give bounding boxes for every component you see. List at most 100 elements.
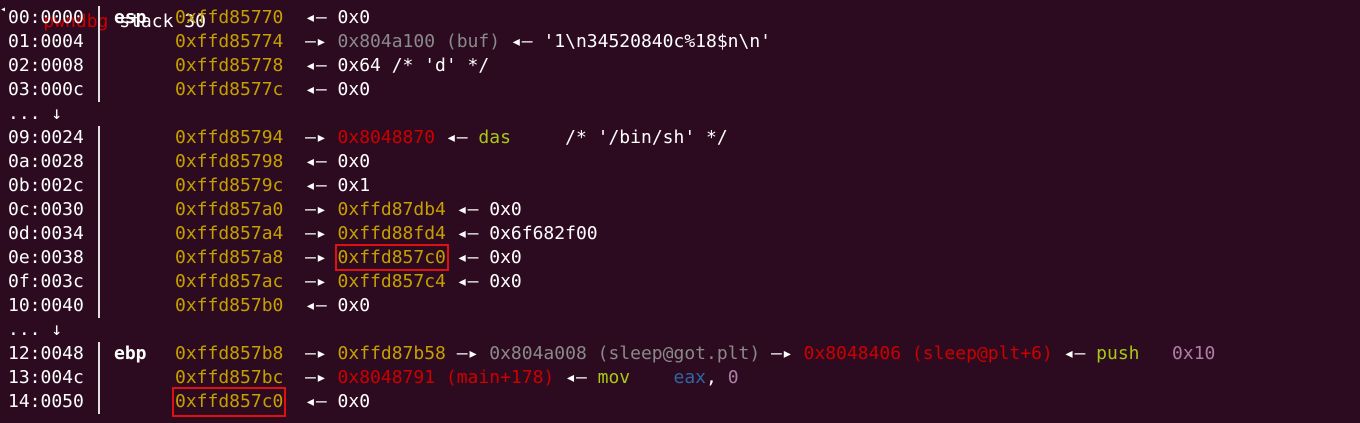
chain-token: 0x8048406 (sleep@plt+6) <box>803 343 1053 364</box>
column-separator <box>98 222 100 246</box>
column-separator <box>98 270 100 294</box>
column-separator <box>98 366 100 390</box>
chain-token: ◂— <box>445 223 490 244</box>
stack-row: 03:000c 0xffd8577c ◂— 0x0 <box>0 78 1360 102</box>
stack-value-chain: ◂— 0x64 /* 'd' */ <box>305 54 489 78</box>
chain-token <box>1140 343 1173 364</box>
stack-offset: 0e:0038 <box>8 247 84 268</box>
chain-token: ◂— <box>445 247 490 268</box>
column-separator <box>98 246 100 270</box>
stack-offset: 01:0004 <box>8 31 84 52</box>
stack-value-chain: —▸ 0xffd87b58 —▸ 0x804a008 (sleep@got.pl… <box>305 342 1215 366</box>
chain-token: 0xffd87b58 <box>337 343 446 364</box>
stack-value-chain: ◂— 0x0 <box>305 294 370 318</box>
stack-row: 00:0000 esp 0xffd85770 ◂— 0x0 <box>0 6 1360 30</box>
stack-offset: 02:0008 <box>8 55 84 76</box>
chain-token: —▸ <box>305 343 338 364</box>
stack-offset: 00:0000 <box>8 7 84 28</box>
stack-address: 0xffd857b0 <box>175 295 284 316</box>
chain-token: 0xffd87db4 <box>337 199 446 220</box>
chain-token: 0x64 /* 'd' */ <box>337 55 490 76</box>
stack-value-chain: ◂— 0x0 <box>305 78 370 102</box>
chain-token: ◂— <box>305 7 338 28</box>
chain-token: das <box>478 127 511 148</box>
chain-token: —▸ <box>760 343 804 364</box>
chain-token: ◂— <box>435 127 479 148</box>
skip-indicator: ... ↓ <box>0 318 1360 342</box>
column-separator <box>98 174 100 198</box>
chain-token: , <box>706 367 728 388</box>
chain-token: —▸ <box>305 127 338 148</box>
terminal-window[interactable]: pwndbg stack 30 ◂ 00:0000 esp 0xffd85770 ◂—… <box>0 0 1360 423</box>
highlighted-pointer: 0xffd857c0 <box>334 244 449 271</box>
stack-address: 0xffd857b8 <box>175 343 284 364</box>
stack-address: 0xffd85774 <box>175 31 284 52</box>
chain-token: 0xffd88fd4 <box>337 223 446 244</box>
chain-token: 0xffd857c4 <box>337 271 446 292</box>
chain-token: ◂— <box>305 391 338 412</box>
column-separator <box>98 54 100 78</box>
register-label: esp <box>114 7 147 28</box>
chain-token: ◂— <box>305 151 338 172</box>
chain-token: 0x6f682f00 <box>489 223 598 244</box>
chain-token: push <box>1096 343 1140 364</box>
stack-address: 0xffd85778 <box>175 55 284 76</box>
stack-offset: 03:000c <box>8 79 84 100</box>
stack-row: 0c:0030 0xffd857a0 —▸ 0xffd87db4 ◂— 0x0 <box>0 198 1360 222</box>
chain-token: —▸ <box>305 367 338 388</box>
column-separator <box>98 198 100 222</box>
chain-token <box>630 367 673 388</box>
stack-address: 0xffd857bc <box>175 367 284 388</box>
chain-token: mov <box>597 367 631 388</box>
chain-token: 0x804a008 (sleep@got.plt) <box>489 343 761 364</box>
stack-address: 0xffd857ac <box>175 271 284 292</box>
chain-token: 0x0 <box>337 295 371 316</box>
stack-offset: 0f:003c <box>8 271 84 292</box>
column-separator <box>98 342 100 366</box>
stack-row: 10:0040 0xffd857b0 ◂— 0x0 <box>0 294 1360 318</box>
stack-value-chain: —▸ 0x804a100 (buf) ◂— '1\n34520840c%18$n… <box>305 30 771 54</box>
stack-address: 0xffd85770 <box>175 7 284 28</box>
stack-offset: 0d:0034 <box>8 223 84 244</box>
stack-offset: 14:0050 <box>8 391 84 412</box>
chain-token: 0x1 <box>337 175 371 196</box>
stack-value-chain: —▸ 0xffd88fd4 ◂— 0x6f682f00 <box>305 222 598 246</box>
stack-row: 0d:0034 0xffd857a4 —▸ 0xffd88fd4 ◂— 0x6f68… <box>0 222 1360 246</box>
chain-token: 0x0 <box>489 247 522 268</box>
chain-token: 0x0 <box>337 79 371 100</box>
chain-token: 0 <box>727 367 739 388</box>
column-separator <box>98 294 100 318</box>
stack-value-chain: —▸ 0xffd857c4 ◂— 0x0 <box>305 270 522 294</box>
chain-token: ◂— <box>554 367 598 388</box>
stack-value-chain: —▸ 0xffd87db4 ◂— 0x0 <box>305 198 522 222</box>
stack-row: 0f:003c 0xffd857ac —▸ 0xffd857c4 ◂— 0x0 <box>0 270 1360 294</box>
stack-address: 0xffd8579c <box>175 175 284 196</box>
stack-row: 13:004c 0xffd857bc —▸ 0x8048791 (main+178)… <box>0 366 1360 390</box>
chain-token: ◂— <box>305 295 338 316</box>
skip-arrow: ... ↓ <box>8 103 63 124</box>
column-separator <box>98 390 100 414</box>
chain-token: —▸ <box>305 223 338 244</box>
chain-token: ◂— <box>445 199 490 220</box>
stack-address: 0xffd8577c <box>175 79 284 100</box>
column-separator <box>98 150 100 174</box>
column-separator <box>98 78 100 102</box>
stack-offset: 12:0048 <box>8 343 84 364</box>
stack-row: 0e:0038 0xffd857a8 —▸ 0xffd857c0 ◂— 0x0 <box>0 244 1360 271</box>
stack-value-chain: ◂— 0x0 <box>305 390 370 414</box>
stack-offset: 10:0040 <box>8 295 84 316</box>
chain-token: '1\n34520840c%18$n\n' <box>543 31 772 52</box>
chain-token: 0x0 <box>337 151 371 172</box>
stack-address: 0xffd85798 <box>175 151 284 172</box>
stack-value-chain: ◂— 0x0 <box>305 150 370 174</box>
chain-token: 0x0 <box>337 391 371 412</box>
column-separator <box>98 126 100 150</box>
stack-row: 14:0050 0xffd857c0 ◂— 0x0 <box>0 387 1360 417</box>
stack-address: 0xffd857a4 <box>175 223 284 244</box>
stack-value-chain: —▸ 0xffd857c0 ◂— 0x0 <box>305 244 522 271</box>
stack-value-chain: —▸ 0x8048870 ◂— das /* '/bin/sh' */ <box>305 126 728 150</box>
chain-token: 0x804a100 (buf) <box>337 31 501 52</box>
column-separator <box>98 6 100 30</box>
chain-token: —▸ <box>305 31 338 52</box>
stack-offset: 0a:0028 <box>8 151 84 172</box>
